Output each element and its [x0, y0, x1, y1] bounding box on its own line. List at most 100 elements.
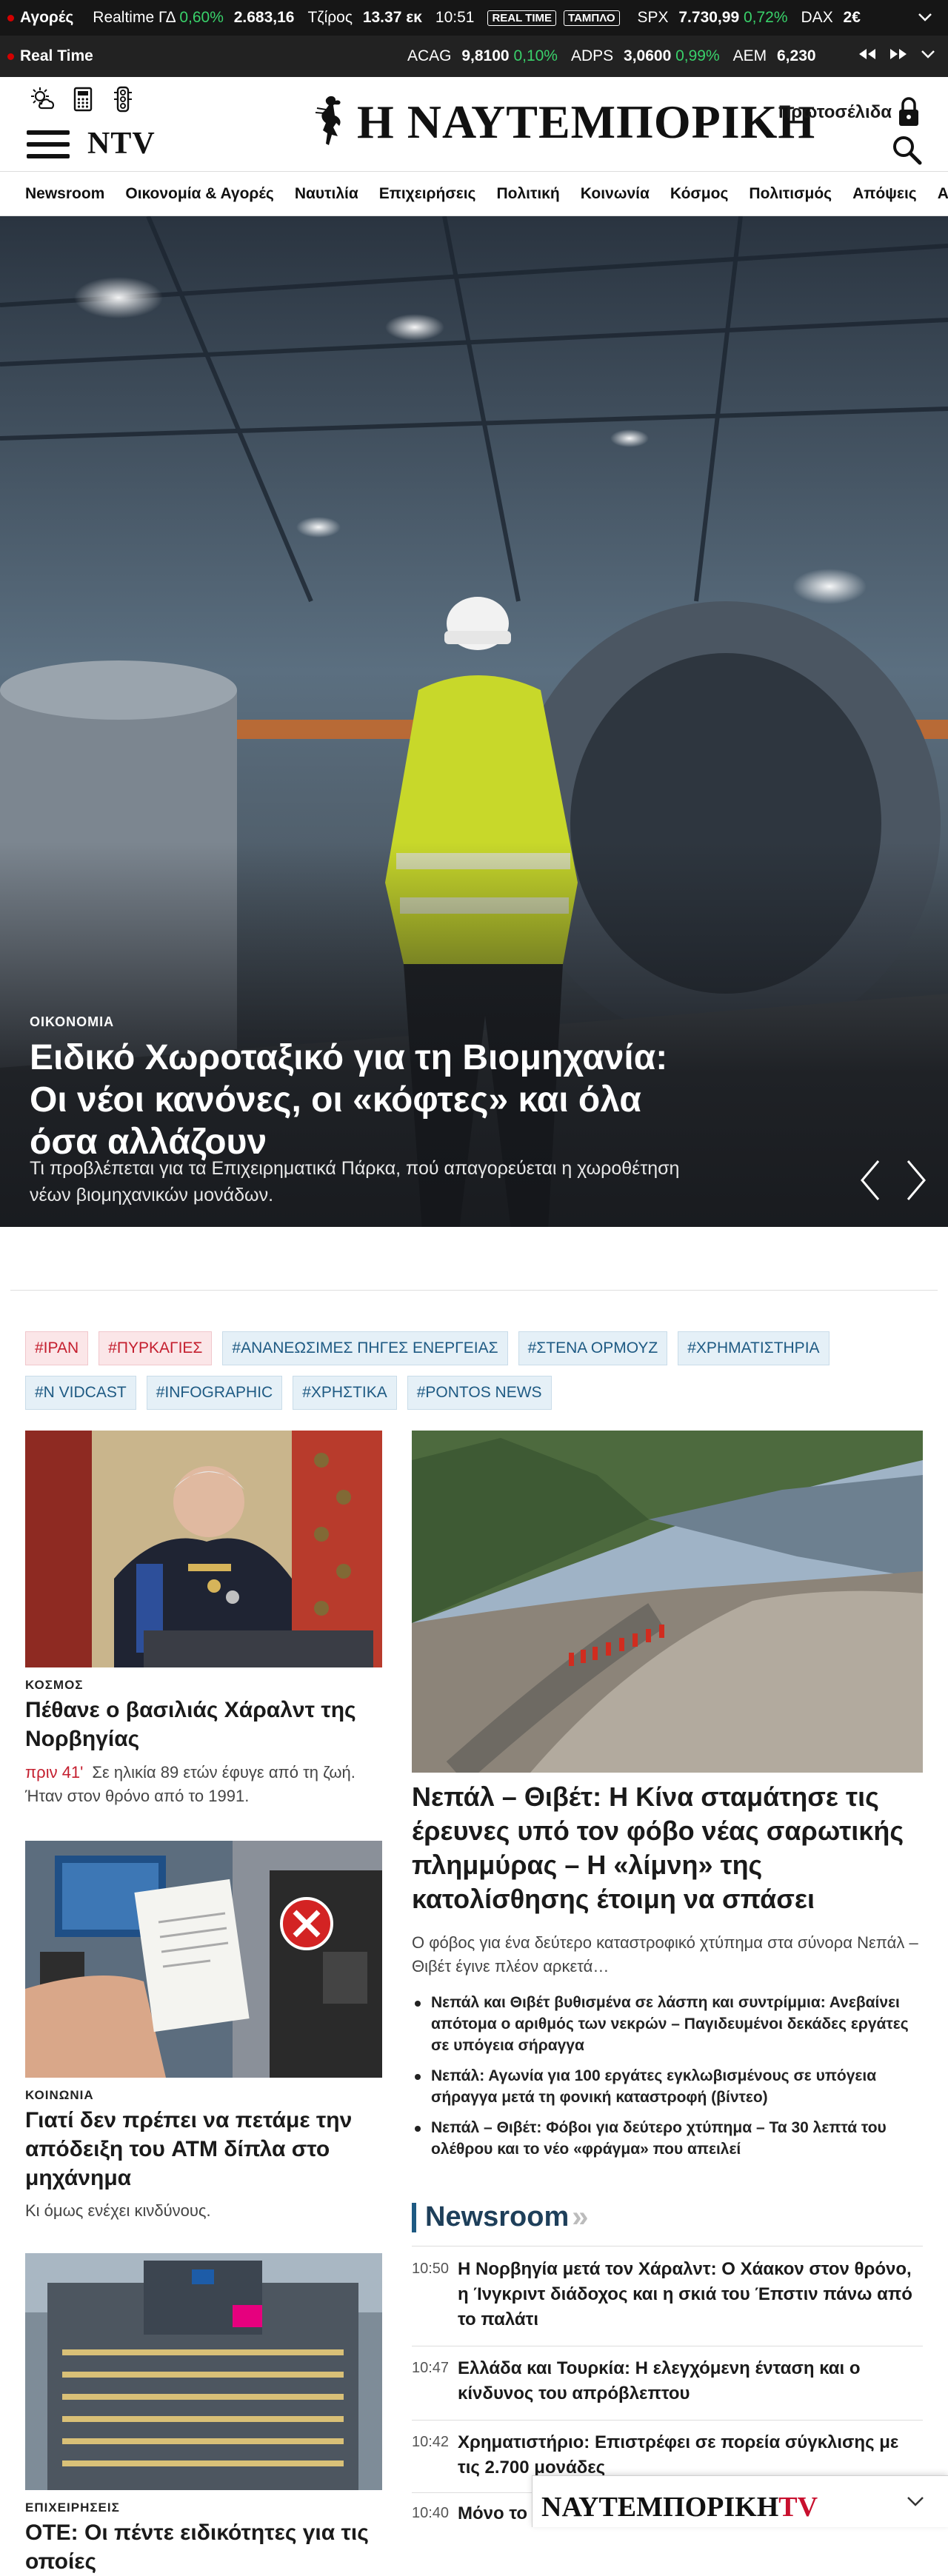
utility-icons	[30, 86, 136, 116]
newsroom-headline[interactable]: Χρηματιστήριο: Επιστρέφει σε πορεία σύγκ…	[458, 2430, 923, 2480]
ntv-player-logo: ΝΑΥΤΕΜΠΟΡΙΚΗTV	[541, 2492, 818, 2523]
nav-opinions[interactable]: Απόψεις	[852, 185, 917, 203]
related-article-link[interactable]: Νεπάλ: Αγωνία για 100 εργάτες εγκλωβισμέ…	[412, 2065, 930, 2108]
article-title[interactable]: Γιατί δεν πρέπει να πετάμε την απόδειξη …	[25, 2106, 373, 2192]
hero-slider[interactable]: ΟΙΚΟΝΟΜΙΑ Ειδικό Χωροταξικό για τη Βιομη…	[0, 216, 948, 1227]
chevron-down-icon[interactable]	[918, 44, 938, 68]
markets-label[interactable]: Αγορές	[0, 9, 73, 27]
next-slide-icon[interactable]	[901, 1157, 930, 1204]
tag-n-vidcast[interactable]: #N VIDCAST	[25, 1376, 136, 1410]
article-summary: Κι όμως ενέχει κινδύνους.	[25, 2201, 211, 2220]
nav-newsroom[interactable]: Newsroom	[25, 185, 104, 203]
newsroom-accent-bar	[412, 2202, 416, 2232]
hero-title[interactable]: Ειδικό Χωροταξικό για τη Βιομηχανία: Οι …	[30, 1037, 711, 1163]
nav-economy-markets[interactable]: Οικονομία & Αγορές	[125, 185, 273, 203]
tag-pontos-news[interactable]: #PONTOS NEWS	[407, 1376, 552, 1410]
calculator-icon[interactable]	[70, 86, 96, 116]
tag-useful[interactable]: #ΧΡΗΣΤΙΚΑ	[293, 1376, 397, 1410]
newsroom-time: 10:50	[412, 2261, 450, 2277]
stock-adps[interactable]: ADPS 3,0600 0,99%	[571, 47, 720, 65]
article-summary: Ο φόβος για ένα δεύτερο καταστροφικό χτύ…	[412, 1933, 918, 1976]
nav-world[interactable]: Κόσμος	[670, 185, 728, 203]
hermes-logo-icon	[315, 96, 341, 145]
tag-hormuz[interactable]: #ΣΤΕΝΑ ΟΡΜΟΥΖ	[518, 1331, 668, 1365]
newsroom-headline[interactable]: Μόνο το	[458, 2501, 527, 2526]
live-dot-icon	[7, 53, 14, 60]
weather-icon[interactable]	[30, 86, 56, 116]
traffic-light-icon[interactable]	[110, 86, 136, 116]
rewind-icon[interactable]	[856, 47, 878, 66]
related-article-link[interactable]: Νεπάλ – Θιβέτ: Φόβοι για δεύτερο χτύπημα…	[412, 2117, 930, 2160]
nav-society[interactable]: Κοινωνία	[581, 185, 650, 203]
newsroom-item[interactable]: 10:47 Ελλάδα και Τουρκία: Η ελεγχόμενη έ…	[412, 2356, 923, 2406]
article-title[interactable]: Πέθανε ο βασιλιάς Χάραλντ της Νορβηγίας	[25, 1696, 373, 1753]
divider	[412, 2246, 923, 2247]
nav-business[interactable]: Επιχειρήσεις	[379, 185, 476, 203]
article-summary: πριν 41' Σε ηλικία 89 ετών έφυγε από τη ζ…	[25, 1763, 356, 1805]
article-time: πριν 41'	[25, 1763, 84, 1782]
article-category[interactable]: ΚΟΙΝΩΝΙΑ	[25, 2088, 94, 2103]
nav-sports[interactable]: Αθλη	[938, 185, 948, 203]
tag-infographic[interactable]: #INFOGRAPHIC	[146, 1376, 283, 1410]
featured-article[interactable]: Νεπάλ – Θιβέτ: Η Κίνα σταμάτησε τις έρευ…	[412, 1431, 923, 1976]
ticker-index-gd[interactable]: Realtime ΓΔ 0,60% 2.683,16	[93, 9, 294, 27]
article-card[interactable]: ΕΠΙΧΕΙΡΗΣΕΙΣ ΟΤΕ: Οι πέντε ειδικότητες γ…	[25, 2253, 382, 2574]
trending-tags: #ΙΡΑΝ #ΠΥΡΚΑΓΙΕΣ #ΑΝΑΝΕΩΣΙΜΕΣ ΠΗΓΕΣ ΕΝΕΡ…	[25, 1331, 936, 1410]
lock-icon[interactable]	[896, 96, 921, 127]
chevron-down-icon[interactable]	[915, 7, 935, 31]
related-article-link[interactable]: Νεπάλ και Θιβέτ βυθισμένα σε λάσπη και σ…	[412, 1992, 930, 2056]
tag-iran[interactable]: #ΙΡΑΝ	[25, 1331, 89, 1365]
site-header: NTV Η ΝΑΥΤΕΜΠΟΡΙΚΗ Πρωτοσέλιδα	[0, 77, 948, 172]
tag-renewables[interactable]: #ΑΝΑΝΕΩΣΙΜΕΣ ΠΗΓΕΣ ΕΝΕΡΓΕΙΑΣ	[222, 1331, 508, 1365]
hero-category[interactable]: ΟΙΚΟΝΟΜΙΑ	[30, 1014, 114, 1030]
article-card[interactable]: ΚΟΣΜΟΣ Πέθανε ο βασιλιάς Χάραλντ της Νορ…	[25, 1431, 382, 1805]
live-dot-icon	[7, 14, 14, 21]
stock-aem[interactable]: AEM 6,230	[733, 47, 816, 65]
related-articles: Νεπάλ και Θιβέτ βυθισμένα σε λάσπη και σ…	[412, 1992, 930, 2169]
article-image	[25, 1431, 382, 1667]
tamplo-badge[interactable]: ΤΑΜΠΛΟ	[564, 10, 620, 26]
article-image	[25, 1841, 382, 2078]
ticker-turnover: Τζίρος 13.37 εκ	[307, 9, 422, 26]
prev-slide-icon[interactable]	[856, 1157, 886, 1204]
realtime-label[interactable]: Real Time	[0, 47, 93, 65]
ticker-controls	[846, 36, 948, 77]
nav-politics[interactable]: Πολιτική	[496, 185, 559, 203]
nav-culture[interactable]: Πολιτισμός	[749, 185, 832, 203]
realtime-ticker: Real Time ACAG 9,8100 0,10% ADPS 3,0600 …	[0, 36, 948, 77]
newsroom-headline[interactable]: Η Νορβηγία μετά τον Χάραλντ: Ο Χάακον στ…	[458, 2257, 923, 2332]
article-card[interactable]: ΚΟΙΝΩΝΙΑ Γιατί δεν πρέπει να πετάμε την …	[25, 1841, 382, 2220]
divider	[412, 2420, 923, 2421]
site-logo[interactable]: Η ΝΑΥΤΕΜΠΟΡΙΚΗ	[314, 93, 815, 151]
newsroom-item[interactable]: 10:42 Χρηματιστήριο: Επιστρέφει σε πορεί…	[412, 2430, 923, 2480]
article-image	[412, 1431, 923, 1773]
newsroom-time: 10:47	[412, 2360, 450, 2376]
newsroom-headline[interactable]: Ελλάδα και Τουρκία: Η ελεγχόμενη ένταση …	[458, 2356, 923, 2406]
ntv-link[interactable]: NTV	[87, 126, 156, 161]
stock-acag[interactable]: ACAG 9,8100 0,10%	[407, 47, 558, 65]
tag-stock-markets[interactable]: #ΧΡΗΜΑΤΙΣΤΗΡΙΑ	[678, 1331, 830, 1365]
realtime-badge[interactable]: REAL TIME	[487, 10, 557, 26]
newsroom-time: 10:40	[412, 2505, 450, 2521]
fast-forward-icon[interactable]	[887, 47, 909, 66]
newsroom-item[interactable]: 10:50 Η Νορβηγία μετά τον Χάραλντ: Ο Χάα…	[412, 2257, 923, 2332]
newsroom-time: 10:42	[412, 2434, 450, 2450]
article-title[interactable]: Νεπάλ – Θιβέτ: Η Κίνα σταμάτησε τις έρευ…	[412, 1780, 923, 1916]
front-pages-link[interactable]: Πρωτοσέλιδα	[778, 102, 892, 123]
menu-icon[interactable]	[27, 130, 70, 160]
hero-subtitle: Τι προβλέπεται για τα Επιχειρηματικά Πάρ…	[30, 1158, 680, 1205]
main-nav: Newsroom Οικονομία & Αγορές Ναυτιλία Επι…	[0, 172, 948, 216]
newsroom-header[interactable]: Newsroom »	[412, 2201, 589, 2234]
ticker-dax[interactable]: DAX 2€	[801, 9, 861, 27]
nav-shipping[interactable]: Ναυτιλία	[295, 185, 358, 203]
ntv-floating-player[interactable]: ΝΑΥΤΕΜΠΟΡΙΚΗTV	[532, 2475, 948, 2527]
article-category[interactable]: ΕΠΙΧΕΙΡΗΣΕΙΣ	[25, 2500, 120, 2515]
section-divider	[10, 1290, 938, 1291]
chevron-down-icon[interactable]	[904, 2489, 927, 2517]
article-image	[25, 2253, 382, 2490]
ticker-spx[interactable]: SPX 7.730,99 0,72%	[638, 9, 788, 27]
tag-wildfires[interactable]: #ΠΥΡΚΑΓΙΕΣ	[99, 1331, 213, 1365]
search-icon[interactable]	[890, 133, 923, 166]
market-ticker: Αγορές Realtime ΓΔ 0,60% 2.683,16 Τζίρος…	[0, 0, 948, 36]
article-category[interactable]: ΚΟΣΜΟΣ	[25, 1678, 84, 1693]
